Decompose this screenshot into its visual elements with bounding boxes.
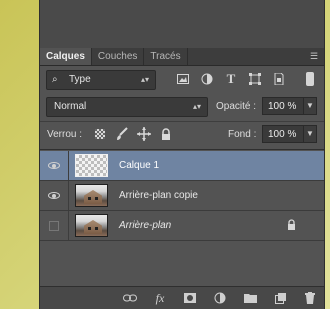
layer-name[interactable]: Calque 1: [119, 160, 159, 171]
chevron-updown-icon: ▴▾: [192, 102, 201, 111]
fill-input[interactable]: 100 %: [262, 125, 304, 143]
bottom-icons: fx: [122, 290, 318, 306]
filter-type-select[interactable]: ⌕ Type ▴▾: [46, 70, 156, 90]
eye-icon: [48, 192, 60, 199]
filter-type-label: Type: [69, 74, 91, 85]
lock-image-pixels-icon[interactable]: [115, 127, 129, 141]
fill-label: Fond :: [228, 129, 257, 140]
new-layer-icon[interactable]: [272, 290, 288, 306]
filter-icons: T: [175, 70, 287, 88]
visibility-toggle[interactable]: [40, 151, 69, 180]
panel-bottom-toolbar: fx: [40, 286, 324, 309]
tab-couches[interactable]: Couches: [92, 48, 145, 65]
folder-icon[interactable]: [242, 290, 258, 306]
fx-icon[interactable]: fx: [152, 290, 168, 306]
mask-icon[interactable]: [182, 290, 198, 306]
type-filter-icon[interactable]: T: [223, 70, 239, 88]
layer-row-calque-1[interactable]: Calque 1: [40, 151, 324, 181]
layer-name[interactable]: Arrière-plan copie: [119, 190, 198, 201]
layer-name[interactable]: Arrière-plan: [119, 220, 171, 231]
search-icon: ⌕: [52, 74, 58, 85]
smart-object-filter-icon[interactable]: [271, 70, 287, 88]
lock-transparent-pixels-icon[interactable]: [93, 127, 107, 141]
shape-filter-icon[interactable]: [247, 70, 263, 88]
link-layers-icon[interactable]: [122, 290, 138, 306]
opacity-dropdown-button[interactable]: ▼: [303, 97, 317, 115]
eye-icon: [48, 162, 60, 169]
hidden-visibility-box: [49, 220, 59, 231]
divider: [40, 149, 324, 150]
layer-row-arriere-plan-copie[interactable]: Arrière-plan copie: [40, 181, 324, 211]
layers-list: Calque 1 Arrière-plan copie Arrière-plan: [40, 151, 324, 242]
fill-dropdown-button[interactable]: ▼: [303, 125, 317, 143]
adjustment-filter-icon[interactable]: [199, 70, 215, 88]
lock-position-icon[interactable]: [137, 127, 151, 141]
panel-tabs: Calques Couches Tracés: [40, 48, 324, 66]
opacity-label: Opacité :: [216, 101, 257, 112]
lock-all-icon[interactable]: [159, 127, 173, 141]
lock-label: Verrou :: [47, 129, 83, 140]
blend-mode-select[interactable]: Normal ▴▾: [46, 97, 208, 117]
opacity-input[interactable]: 100 %: [262, 97, 304, 115]
layer-row-arriere-plan[interactable]: Arrière-plan: [40, 211, 324, 241]
adjustment-layer-icon[interactable]: [212, 290, 228, 306]
lock-icons: [93, 127, 173, 141]
lock-icon: [287, 219, 296, 233]
layer-thumbnail: [75, 154, 108, 177]
visibility-toggle[interactable]: [40, 181, 69, 210]
filter-toggle[interactable]: [306, 72, 314, 86]
tab-calques[interactable]: Calques: [40, 48, 92, 65]
image-filter-icon[interactable]: [175, 70, 191, 88]
tab-traces[interactable]: Tracés: [144, 48, 188, 65]
trash-icon[interactable]: [302, 290, 318, 306]
layer-thumbnail: [75, 214, 108, 237]
layers-panel: Calques Couches Tracés ☰ ⌕ Type ▴▾ T Nor…: [39, 0, 325, 309]
panel-menu-icon[interactable]: ☰: [308, 51, 320, 61]
chevron-updown-icon: ▴▾: [140, 75, 149, 84]
layer-thumbnail: [75, 184, 108, 207]
divider: [40, 121, 324, 122]
visibility-toggle[interactable]: [40, 211, 69, 240]
panel-top-strip: [40, 0, 324, 48]
blend-mode-value: Normal: [54, 101, 87, 112]
